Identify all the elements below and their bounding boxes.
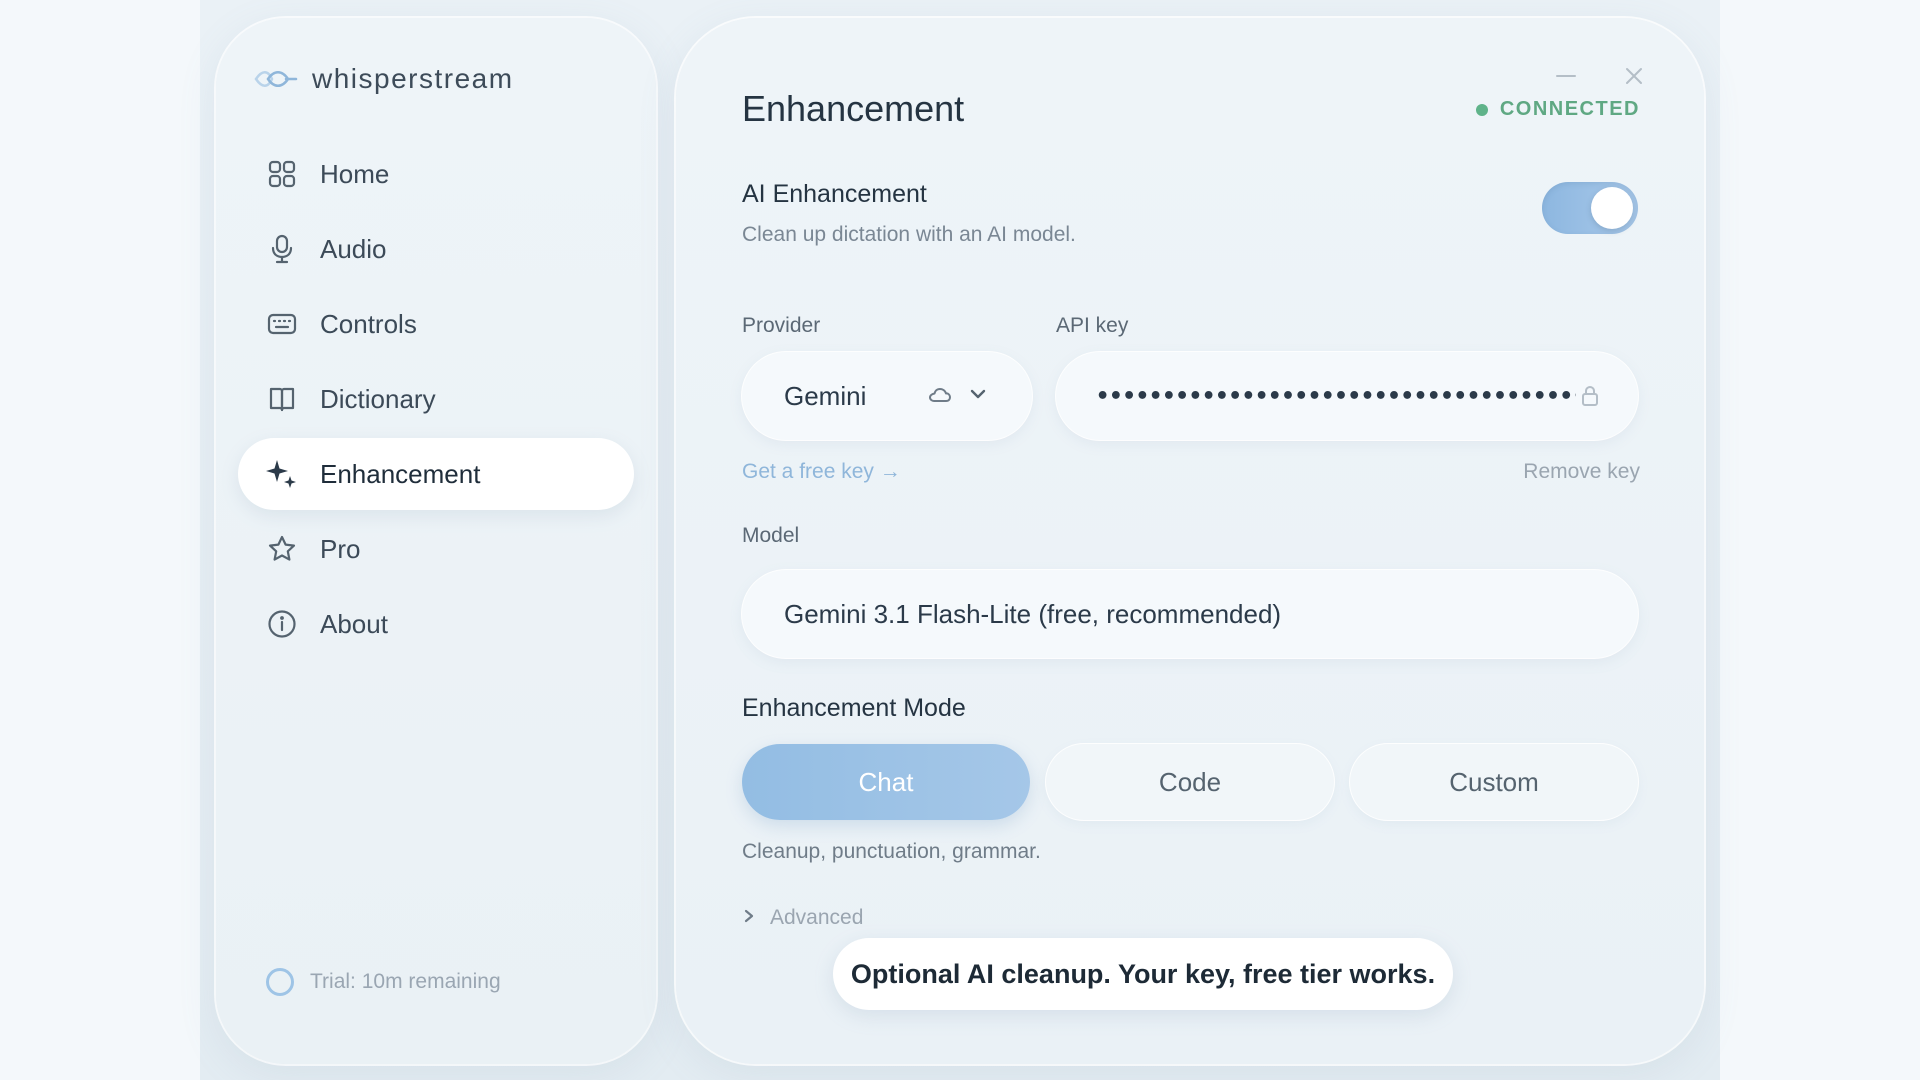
ai-enhancement-toggle[interactable] [1542,182,1638,234]
enhancement-mode-group: Chat Code Custom [742,744,1638,820]
sidebar-item-pro[interactable]: Pro [238,513,634,585]
model-select[interactable]: Gemini 3.1 Flash-Lite (free, recommended… [742,570,1638,658]
sidebar-item-dictionary[interactable]: Dictionary [238,363,634,435]
page-title: Enhancement [742,88,965,129]
provider-label: Provider [742,314,821,337]
caption-text: Optional AI cleanup. Your key, free tier… [850,958,1436,989]
model-value: Gemini 3.1 Flash-Lite (free, recommended… [784,598,1282,629]
mode-custom-button[interactable]: Custom [1350,744,1638,820]
backdrop-right [1720,0,1920,1080]
sidebar-item-controls[interactable]: Controls [238,288,634,360]
sidebar-nav: Home Audio Controls Dictionary Enhanceme… [238,138,634,663]
chevron-down-icon [968,384,988,409]
connection-status: CONNECTED [1475,98,1640,121]
get-free-key-link[interactable]: Get a free key → [742,460,901,484]
mode-chat-button[interactable]: Chat [742,744,1030,820]
backdrop-left [0,0,200,1080]
sidebar-item-about[interactable]: About [238,588,634,660]
brand-logo-icon [254,71,298,87]
close-button[interactable] [1618,60,1650,92]
advanced-toggle[interactable]: Advanced [742,906,863,930]
star-icon [266,533,298,565]
sidebar-item-label: Controls [320,308,417,339]
sidebar-item-label: Pro [320,533,361,564]
provider-value: Gemini [784,380,867,411]
sparkles-icon [266,458,298,490]
toggle-knob [1591,187,1633,229]
cloud-icon [928,384,952,411]
sidebar-item-home[interactable]: Home [238,138,634,210]
provider-select[interactable]: Gemini [742,352,1032,440]
minimize-button[interactable] [1550,60,1582,92]
sidebar-item-enhancement[interactable]: Enhancement [238,438,634,510]
trial-status: Trial: 10m remaining [266,968,501,996]
minimize-icon [1556,75,1576,77]
mode-code-button[interactable]: Code [1046,744,1334,820]
chevron-right-icon [742,908,756,929]
enhancement-mode-title: Enhancement Mode [742,694,966,722]
status-badge: CONNECTED [1499,98,1640,120]
grid-icon [266,158,298,190]
sidebar-item-label: Dictionary [320,383,436,414]
info-icon [266,608,298,640]
caption-banner: Optional AI cleanup. Your key, free tier… [833,938,1453,1010]
sidebar-item-label: Enhancement [320,458,481,489]
remove-key-link[interactable]: Remove key [1523,460,1640,484]
trial-progress-icon [266,968,294,996]
ai-enhancement-description: Clean up dictation with an AI model. [742,223,1076,246]
microphone-icon [266,233,298,265]
status-dot-icon [1475,103,1488,116]
mode-description: Cleanup, punctuation, grammar. [742,840,1041,863]
lock-icon [1580,384,1600,413]
keyboard-icon [266,308,298,340]
sidebar: whisperstream Home Audio Controls Dictio… [216,18,656,1064]
brand: whisperstream [252,62,514,96]
sidebar-item-label: About [320,608,388,639]
enhancement-panel: Enhancement CONNECTED AI Enhancement Cle… [676,18,1704,1064]
trial-text: Trial: 10m remaining [310,970,501,993]
ai-enhancement-title: AI Enhancement [742,180,927,208]
api-key-label: API key [1056,314,1129,337]
model-label: Model [742,524,800,547]
api-key-value: ••••••••••••••••••••••••••••••••••••••••… [1096,383,1576,409]
close-icon [1626,68,1642,84]
book-icon [266,383,298,415]
brand-name: whisperstream [312,63,514,94]
advanced-label: Advanced [770,906,864,929]
sidebar-item-audio[interactable]: Audio [238,213,634,285]
api-key-field[interactable]: ••••••••••••••••••••••••••••••••••••••••… [1056,352,1638,440]
sidebar-item-label: Audio [320,233,387,264]
sidebar-item-label: Home [320,158,390,189]
